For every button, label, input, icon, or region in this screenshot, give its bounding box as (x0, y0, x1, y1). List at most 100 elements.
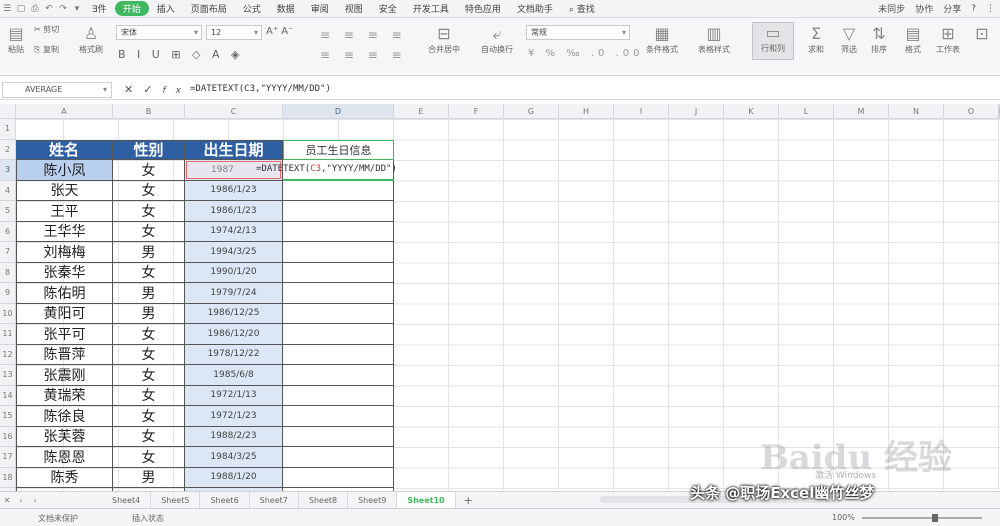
menu-insert[interactable]: 插入 (149, 2, 183, 15)
menu-view[interactable]: 视图 (337, 2, 371, 15)
menu-page-layout[interactable]: 页面布局 (183, 2, 235, 15)
birth-info-cell[interactable] (283, 447, 394, 468)
birth-date-cell[interactable]: 1974/2/13 (185, 221, 283, 242)
tab-sheet10[interactable]: Sheet10 (397, 491, 456, 509)
save-icon[interactable]: ▢ (14, 4, 28, 14)
column-header[interactable]: D (283, 104, 394, 119)
zoom-level[interactable]: 100% (832, 513, 855, 522)
gender-cell[interactable]: 女 (113, 344, 185, 365)
row-header[interactable]: 16 (0, 426, 16, 447)
birth-date-cell[interactable]: 1986/1/23 (185, 180, 283, 201)
birth-date-cell[interactable]: 1978/12/22 (185, 344, 283, 365)
auto-wrap-button[interactable]: ⤶ 自动换行 (474, 24, 520, 55)
name-cell[interactable]: 陈佑明 (16, 283, 113, 304)
redo-icon[interactable]: ↷ (56, 4, 70, 14)
formula-input[interactable]: =DATETEXT(C3,"YYYY/MM/DD") (190, 84, 331, 94)
birth-date-cell[interactable]: 1984/3/25 (185, 447, 283, 468)
menu-icon[interactable]: ☰ (0, 4, 14, 14)
tab-sheet8[interactable]: Sheet8 (299, 491, 349, 509)
row-header[interactable]: 8 (0, 262, 16, 283)
sort-button[interactable]: ⇅ 排序 (866, 24, 892, 55)
birth-date-cell[interactable]: 1972/1/13 (185, 385, 283, 406)
format-painter-button[interactable]: ♙ 格式刷 (78, 24, 104, 55)
name-cell[interactable]: 张秦华 (16, 262, 113, 283)
name-cell[interactable]: 陈小凤 (16, 160, 113, 181)
protect-status[interactable]: 文档未保护 (38, 513, 78, 524)
birth-info-cell[interactable] (283, 180, 394, 201)
name-cell[interactable]: 张天 (16, 180, 113, 201)
sum-button[interactable]: Σ 求和 (800, 24, 832, 55)
birth-date-cell[interactable]: 1990/1/20 (185, 262, 283, 283)
gender-cell[interactable]: 女 (113, 160, 185, 181)
menu-review[interactable]: 审阅 (303, 2, 337, 15)
menu-special-apps[interactable]: 特色应用 (457, 2, 509, 15)
confirm-icon[interactable]: ✓ (143, 83, 162, 96)
birth-info-cell[interactable] (283, 221, 394, 242)
row-header[interactable]: 9 (0, 283, 16, 304)
row-header[interactable]: 1 (0, 119, 16, 140)
row-header[interactable]: 3 (0, 160, 16, 181)
tab-next-icon[interactable]: › (28, 496, 42, 505)
birth-date-cell[interactable]: 1988/1/20 (185, 467, 283, 488)
name-box[interactable]: AVERAGE ▾ (2, 82, 112, 98)
name-cell[interactable]: 陈晋萍 (16, 344, 113, 365)
column-header[interactable]: G (504, 104, 559, 119)
row-header[interactable]: 6 (0, 221, 16, 242)
align-bottom-buttons[interactable]: ≡ ≡ ≡ ≡ (320, 48, 407, 62)
name-cell[interactable]: 黄瑞荣 (16, 385, 113, 406)
name-cell[interactable]: 张芙蓉 (16, 426, 113, 447)
birth-info-cell[interactable] (283, 344, 394, 365)
name-cell[interactable]: 张震刚 (16, 365, 113, 386)
merge-center-button[interactable]: ⊟ 合并居中 (420, 24, 468, 55)
birth-date-cell[interactable]: 1986/1/23 (185, 201, 283, 222)
close-icon[interactable]: ✕ (0, 496, 14, 505)
undo-icon[interactable]: ↶ (42, 4, 56, 14)
row-header[interactable]: 12 (0, 344, 16, 365)
tab-sheet5[interactable]: Sheet5 (151, 491, 201, 509)
row-header[interactable]: 7 (0, 242, 16, 263)
row-header[interactable]: 5 (0, 201, 16, 222)
name-cell[interactable]: 陈徐良 (16, 406, 113, 427)
gender-cell[interactable]: 女 (113, 180, 185, 201)
birth-date-cell[interactable]: 1988/2/23 (185, 426, 283, 447)
gender-cell[interactable]: 女 (113, 262, 185, 283)
gender-cell[interactable]: 男 (113, 303, 185, 324)
birth-date-cell[interactable]: 1986/12/25 (185, 303, 283, 324)
column-header[interactable]: K (724, 104, 779, 119)
select-all-corner[interactable] (0, 104, 16, 119)
column-header[interactable]: M (834, 104, 889, 119)
row-header[interactable]: 10 (0, 303, 16, 324)
birth-info-cell[interactable] (283, 406, 394, 427)
column-header[interactable]: A (16, 104, 113, 119)
gender-cell[interactable]: 男 (113, 283, 185, 304)
row-header[interactable]: 14 (0, 385, 16, 406)
row-header[interactable]: 2 (0, 139, 16, 160)
column-header[interactable]: J (669, 104, 724, 119)
table-header-cell[interactable]: 姓名 (16, 139, 113, 160)
column-header[interactable]: N (889, 104, 944, 119)
gender-cell[interactable]: 女 (113, 201, 185, 222)
freeze-button[interactable]: ⊡ (968, 24, 996, 44)
row-header[interactable]: 4 (0, 180, 16, 201)
birth-info-cell[interactable] (283, 201, 394, 222)
birth-date-cell[interactable]: 1994/3/25 (185, 242, 283, 263)
gender-cell[interactable]: 女 (113, 221, 185, 242)
conditional-format-button[interactable]: ▦ 条件格式 (638, 24, 686, 55)
column-header[interactable]: O (944, 104, 999, 119)
help-icon[interactable]: ? (966, 4, 981, 14)
column-header[interactable]: E (394, 104, 449, 119)
tab-sheet6[interactable]: Sheet6 (200, 491, 250, 509)
row-header[interactable]: 13 (0, 365, 16, 386)
row-col-button[interactable]: ▭ 行和列 (752, 22, 794, 60)
name-cell[interactable]: 刘梅梅 (16, 242, 113, 263)
tab-sheet9[interactable]: Sheet9 (348, 491, 398, 509)
name-cell[interactable]: 王平 (16, 201, 113, 222)
cancel-icon[interactable]: ✕ (124, 83, 143, 96)
column-header[interactable]: I (614, 104, 669, 119)
align-top-buttons[interactable]: ≡ ≡ ≡ ≡ (320, 28, 407, 42)
birth-info-cell[interactable] (283, 262, 394, 283)
birth-date-cell[interactable]: 1985/6/8 (185, 365, 283, 386)
birth-date-cell[interactable]: 1979/7/24 (185, 283, 283, 304)
filter-button[interactable]: ▽ 筛选 (836, 24, 862, 55)
row-header[interactable]: 11 (0, 324, 16, 345)
